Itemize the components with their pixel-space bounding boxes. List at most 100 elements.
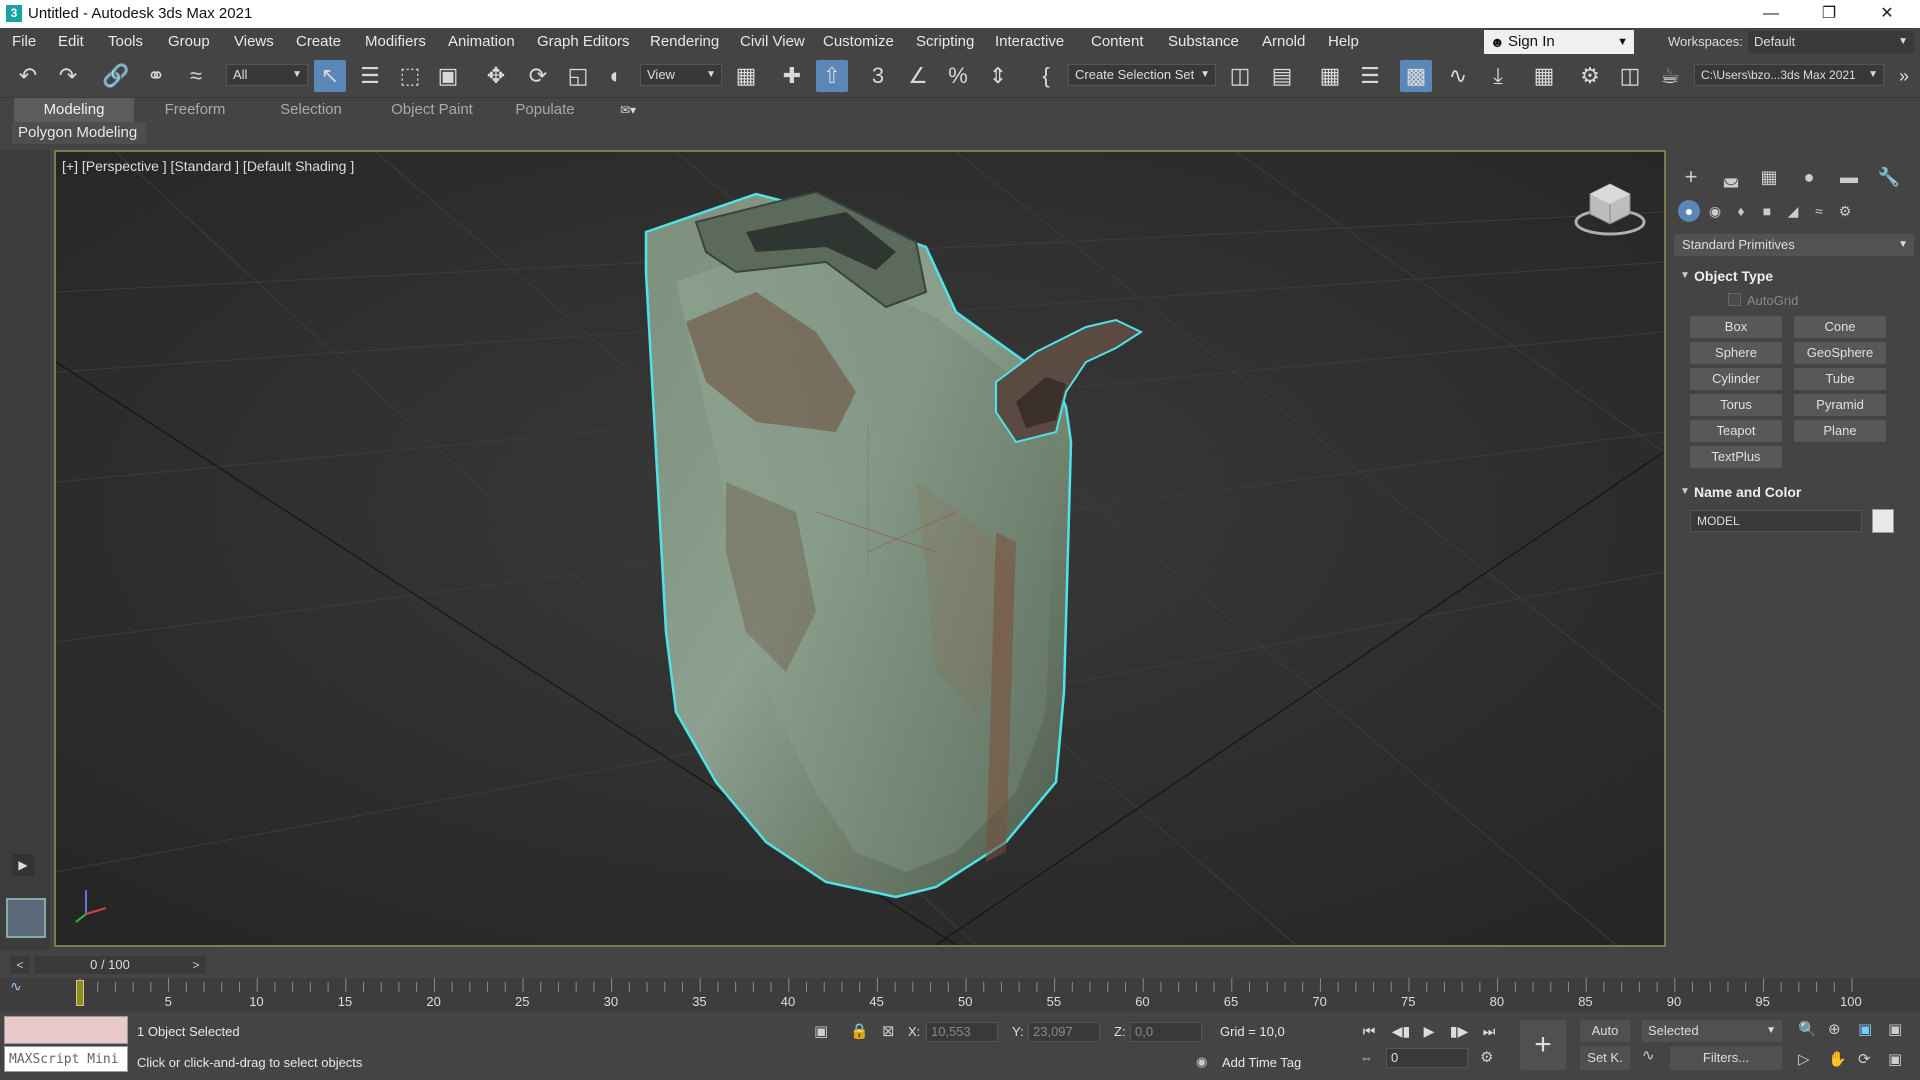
schematic-view-icon[interactable]: ⤓: [1482, 60, 1514, 92]
curve-editor-icon[interactable]: ∿: [1442, 60, 1474, 92]
keyboard-shortcut-override-icon[interactable]: ⇧: [816, 60, 848, 92]
redo-icon[interactable]: ↷: [52, 60, 84, 92]
systems-icon[interactable]: ⚙: [1834, 200, 1856, 222]
isolate-selection-icon[interactable]: ▣: [814, 1022, 828, 1040]
render-setup-icon[interactable]: ⚙: [1574, 60, 1606, 92]
object-type-rollout[interactable]: ▼ Object Type: [1674, 264, 1914, 288]
scale-icon[interactable]: ◱: [562, 60, 594, 92]
menu-substance[interactable]: Substance: [1168, 28, 1239, 56]
space-warps-icon[interactable]: ≈: [1808, 200, 1830, 222]
menu-content[interactable]: Content: [1091, 28, 1144, 56]
utilities-tab-icon[interactable]: 🔧: [1876, 164, 1902, 190]
named-selection-set-dropdown[interactable]: Create Selection Set ▼: [1068, 64, 1216, 86]
sphere-button[interactable]: Sphere: [1690, 342, 1782, 364]
hierarchy-tab-icon[interactable]: ▦: [1756, 164, 1782, 190]
zoom-extents-all-icon[interactable]: ▣: [1888, 1020, 1902, 1038]
display-tab-icon[interactable]: ▬: [1836, 164, 1862, 190]
set-key-big-icon[interactable]: +: [1520, 1020, 1566, 1070]
plane-button[interactable]: Plane: [1794, 420, 1886, 442]
menu-file[interactable]: File: [12, 28, 36, 56]
helpers-icon[interactable]: ◢: [1782, 200, 1804, 222]
geosphere-button[interactable]: GeoSphere: [1794, 342, 1886, 364]
bind-space-warp-icon[interactable]: ≈: [180, 60, 212, 92]
menu-customize[interactable]: Customize: [823, 28, 894, 56]
auto-key-button[interactable]: Auto: [1580, 1020, 1630, 1042]
minimize-button[interactable]: —: [1742, 0, 1800, 28]
layer-explorer-icon[interactable]: ☰: [1354, 60, 1386, 92]
align-icon[interactable]: ▤: [1266, 60, 1298, 92]
unlink-icon[interactable]: ⚭: [140, 60, 172, 92]
restore-button[interactable]: ❐: [1800, 0, 1858, 28]
menu-create[interactable]: Create: [296, 28, 341, 56]
key-filters-button[interactable]: Filters...: [1670, 1046, 1782, 1070]
go-to-end-icon[interactable]: ⏭: [1478, 1020, 1500, 1042]
create-tab-icon[interactable]: +: [1678, 164, 1704, 190]
close-button[interactable]: ✕: [1858, 0, 1916, 28]
menu-edit[interactable]: Edit: [58, 28, 84, 56]
cone-button[interactable]: Cone: [1794, 316, 1886, 338]
undo-icon[interactable]: ↶: [12, 60, 44, 92]
rectangular-selection-icon[interactable]: ⬚: [394, 60, 426, 92]
expand-layout-icon[interactable]: ▶: [12, 854, 34, 876]
time-slider-next-button[interactable]: >: [186, 956, 206, 974]
toolbar-overflow-icon[interactable]: »: [1888, 60, 1920, 92]
maxscript-listener-output[interactable]: [4, 1016, 128, 1044]
menu-group[interactable]: Group: [168, 28, 210, 56]
place-icon[interactable]: ◐: [600, 60, 632, 92]
lights-icon[interactable]: ♦: [1730, 200, 1752, 222]
pan-view-icon[interactable]: ✋: [1828, 1050, 1847, 1068]
edit-named-selection-icon[interactable]: {: [1030, 60, 1062, 92]
current-frame-field[interactable]: 0: [1386, 1048, 1468, 1068]
window-crossing-icon[interactable]: ▣: [432, 60, 464, 92]
snaps-toggle-icon[interactable]: 3: [862, 60, 894, 92]
select-by-name-icon[interactable]: ☰: [354, 60, 386, 92]
object-color-swatch[interactable]: [1872, 509, 1894, 533]
geometry-icon[interactable]: ●: [1678, 200, 1700, 222]
menu-graph-editors[interactable]: Graph Editors: [537, 28, 630, 56]
cylinder-button[interactable]: Cylinder: [1690, 368, 1782, 390]
mirror-icon[interactable]: ◫: [1224, 60, 1256, 92]
zoom-all-icon[interactable]: ⊕: [1828, 1020, 1841, 1038]
y-coordinate-field[interactable]: 23,097: [1028, 1022, 1100, 1042]
set-key-button[interactable]: Set K.: [1580, 1046, 1630, 1070]
reference-coordinate-dropdown[interactable]: View ▼: [640, 64, 722, 86]
menu-rendering[interactable]: Rendering: [650, 28, 719, 56]
tab-freeform[interactable]: Freeform: [140, 98, 250, 122]
cameras-icon[interactable]: ■: [1756, 200, 1778, 222]
orbit-icon[interactable]: ⟳: [1858, 1050, 1871, 1068]
absolute-mode-icon[interactable]: ⊠: [882, 1022, 895, 1040]
modify-tab-icon[interactable]: ◛: [1718, 164, 1744, 190]
workspaces-dropdown[interactable]: Default ▼: [1748, 31, 1914, 53]
maxscript-mini-listener[interactable]: MAXScript Mini: [4, 1046, 128, 1072]
ribbon-toggle-icon[interactable]: ▩: [1400, 60, 1432, 92]
track-bar[interactable]: ∿ 5 10 15 20 25 30 35 40 45 50 55 60 65 70 75 80 85 90 95 1…: [0, 978, 1920, 1012]
menu-civil-view[interactable]: Civil View: [740, 28, 805, 56]
go-to-start-icon[interactable]: ⏮: [1358, 1020, 1380, 1042]
select-object-icon[interactable]: ↖: [314, 60, 346, 92]
tab-populate[interactable]: Populate: [498, 98, 592, 122]
curve-editor-toggle-icon[interactable]: ∿: [10, 978, 22, 995]
viewport-layout-thumbnail[interactable]: [6, 898, 46, 938]
field-of-view-icon[interactable]: ▷: [1798, 1050, 1810, 1068]
rotate-icon[interactable]: ⟳: [522, 60, 554, 92]
menu-modifiers[interactable]: Modifiers: [365, 28, 426, 56]
select-manipulate-icon[interactable]: ✚: [776, 60, 808, 92]
tab-object-paint[interactable]: Object Paint: [372, 98, 492, 122]
material-editor-icon[interactable]: ▦: [1528, 60, 1560, 92]
play-icon[interactable]: ▶: [1418, 1020, 1440, 1042]
project-folder-dropdown[interactable]: C:\Users\bzo...3ds Max 2021 ▼: [1694, 64, 1884, 86]
previous-frame-icon[interactable]: ◀▮: [1390, 1020, 1412, 1042]
menu-interactive[interactable]: Interactive: [995, 28, 1064, 56]
key-mode-toggle-icon[interactable]: ⇔: [1360, 1050, 1373, 1065]
next-frame-icon[interactable]: ▮▶: [1448, 1020, 1470, 1042]
percent-snap-icon[interactable]: %: [942, 60, 974, 92]
add-time-tag-button[interactable]: Add Time Tag: [1222, 1055, 1301, 1070]
perspective-viewport[interactable]: z [+] [Perspective ] [Standard ] [Defaul…: [54, 150, 1666, 947]
tab-modeling[interactable]: Modeling: [14, 98, 134, 122]
object-name-input[interactable]: MODEL: [1690, 510, 1862, 532]
name-and-color-rollout[interactable]: ▼ Name and Color: [1674, 480, 1914, 504]
time-slider-prev-button[interactable]: <: [10, 956, 30, 974]
sign-in-button[interactable]: ☻ Sign In ▼: [1484, 30, 1634, 54]
menu-arnold[interactable]: Arnold: [1262, 28, 1305, 56]
textplus-button[interactable]: TextPlus: [1690, 446, 1782, 468]
